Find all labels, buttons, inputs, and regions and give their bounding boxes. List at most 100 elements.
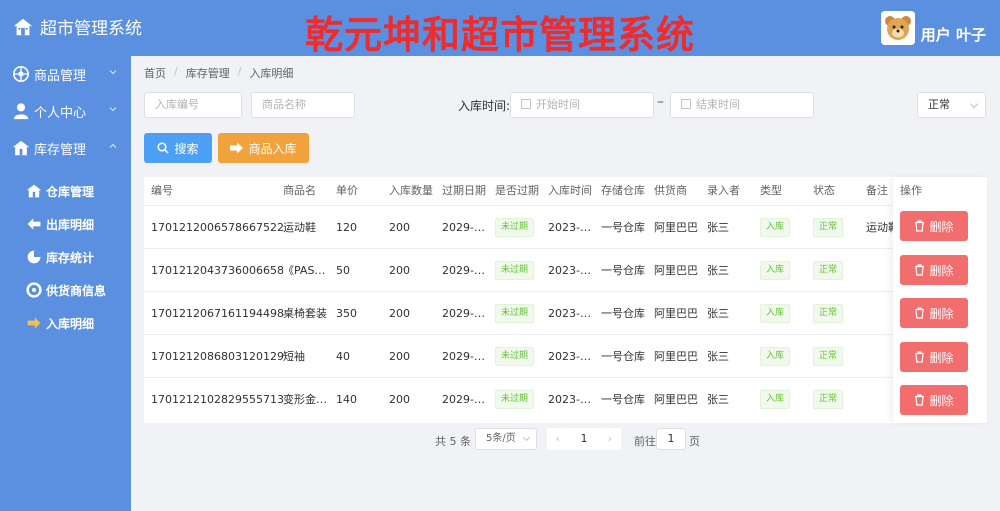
- date-range-separator: –: [657, 94, 664, 110]
- trash-icon: [915, 351, 925, 363]
- cell-warehouse: 一号仓库: [601, 264, 645, 277]
- status-select-value: 正常: [928, 98, 950, 111]
- cell-supplier: 阿里巴巴: [654, 307, 698, 320]
- delete-button-label: 删除: [929, 263, 954, 278]
- system-banner-title: 乾元坤和超市管理系统: [304, 13, 695, 57]
- cell-quantity: 200: [389, 221, 410, 234]
- breadcrumb-current: 入库明细: [249, 67, 294, 80]
- cell-quantity: 200: [389, 350, 410, 363]
- cell-inbound-time: 2023-…: [548, 307, 591, 320]
- cell-price: 40: [336, 350, 350, 363]
- search-button-label: 搜索: [174, 141, 199, 156]
- breadcrumb-inventory[interactable]: 库存管理: [186, 65, 230, 81]
- cell-price: 120: [336, 221, 357, 234]
- prev-page-button[interactable]: ‹: [547, 428, 569, 450]
- calendar-icon: [681, 99, 691, 109]
- table-row[interactable]: 1701212102829555713 变形金… 140 200 2029-… …: [144, 377, 987, 420]
- cell-expiry-date: 2029-…: [442, 264, 485, 277]
- cell-product-name: 桌椅套装: [283, 307, 327, 320]
- cell-remark: [866, 378, 893, 421]
- cell-expiry-date: 2029-…: [442, 307, 485, 320]
- user-menu[interactable]: 用户 叶子: [880, 10, 986, 45]
- cell-id: 1701212006578667522: [151, 221, 284, 234]
- type-tag: 入库: [760, 347, 791, 366]
- sidebar-item-stock-stats[interactable]: 库存统计: [0, 243, 131, 271]
- product-inbound-button[interactable]: 商品入库: [218, 133, 309, 163]
- column-header: 过期日期: [442, 184, 486, 197]
- delete-button[interactable]: 删除: [900, 298, 968, 328]
- cell-price: 350: [336, 307, 357, 320]
- start-time-input[interactable]: 开始时间: [510, 92, 654, 118]
- cell-supplier: 阿里巴巴: [654, 221, 698, 234]
- status-select[interactable]: 正常: [917, 92, 986, 118]
- breadcrumb: 首页 / 库存管理 / 入库明细: [144, 65, 293, 81]
- table-row[interactable]: 1701212067161194498 桌椅套装 350 200 2029-… …: [144, 291, 987, 334]
- cell-inbound-time: 2023-…: [548, 393, 591, 406]
- main-content: 首页 / 库存管理 / 入库明细 入库编号 商品名称 入库时间: 开始时间 – …: [131, 56, 1000, 511]
- calendar-icon: [521, 99, 531, 109]
- sidebar-item-supplier[interactable]: 供货商信息: [0, 276, 131, 304]
- type-tag: 入库: [760, 261, 791, 280]
- goto-page-input[interactable]: 1: [656, 428, 686, 450]
- delete-button[interactable]: 删除: [900, 255, 968, 285]
- breadcrumb-home[interactable]: 首页: [144, 65, 166, 81]
- table-row[interactable]: 1701212043736006658 《PAS… 50 200 2029-… …: [144, 248, 987, 291]
- delete-button-label: 删除: [929, 393, 954, 408]
- column-header: 录入者: [707, 184, 740, 197]
- delete-button[interactable]: 删除: [900, 342, 968, 372]
- sidebar-menu-profile[interactable]: 个人中心: [0, 95, 131, 127]
- arrow-right-icon: [27, 317, 41, 329]
- inbound-no-placeholder: 入库编号: [155, 98, 199, 111]
- page-size-select[interactable]: 5条/页: [475, 428, 537, 450]
- expired-status-tag: 未过期: [495, 218, 535, 237]
- user-name[interactable]: 用户 叶子: [921, 24, 986, 45]
- end-time-placeholder: 结束时间: [696, 98, 740, 111]
- delete-button[interactable]: 删除: [900, 385, 968, 415]
- sidebar-menu-goods[interactable]: 商品管理: [0, 58, 131, 90]
- avatar[interactable]: [880, 10, 915, 45]
- cell-id: 1701212067161194498: [151, 307, 284, 320]
- sidebar-menu-label: 个人中心: [34, 105, 87, 121]
- column-header: 入库数量: [389, 184, 433, 197]
- product-name-input[interactable]: 商品名称: [251, 92, 355, 118]
- trash-icon: [915, 220, 925, 232]
- sidebar-item-label: 供货商信息: [46, 283, 107, 298]
- chart-icon: [27, 250, 41, 264]
- table-row[interactable]: 1701212006578667522 运动鞋 120 200 2029-… 未…: [144, 205, 987, 248]
- cell-supplier: 阿里巴巴: [654, 264, 698, 277]
- sidebar-item-label: 仓库管理: [46, 184, 95, 199]
- sidebar-item-outbound[interactable]: 出库明细: [0, 210, 131, 238]
- cell-operator: 张三: [707, 350, 729, 363]
- delete-button[interactable]: 删除: [900, 211, 968, 241]
- cell-operator: 张三: [707, 221, 729, 234]
- user-icon: [13, 103, 29, 120]
- column-header: 状态: [813, 184, 835, 197]
- trash-icon: [915, 394, 925, 406]
- status-tag: 正常: [813, 347, 844, 366]
- column-header: 编号: [151, 184, 173, 197]
- arrow-right-icon: [230, 142, 244, 154]
- trash-icon: [915, 307, 925, 319]
- cell-expiry-date: 2029-…: [442, 350, 485, 363]
- cell-remark: [866, 249, 893, 292]
- sidebar-item-inbound-detail[interactable]: 入库明细: [0, 309, 131, 337]
- breadcrumb-separator: /: [237, 65, 242, 78]
- pagination: 共 5 条 5条/页 ‹ 1 › 前往 1 页: [131, 428, 1000, 452]
- current-page[interactable]: 1: [569, 428, 599, 450]
- end-time-input[interactable]: 结束时间: [670, 92, 814, 118]
- sidebar-menu-inventory[interactable]: 库存管理: [0, 132, 131, 164]
- delete-button-label: 删除: [929, 350, 954, 365]
- inbound-no-input[interactable]: 入库编号: [144, 92, 242, 118]
- cell-operator: 张三: [707, 393, 729, 406]
- search-button[interactable]: 搜索: [144, 133, 212, 163]
- sidebar-item-warehouse[interactable]: 仓库管理: [0, 177, 131, 205]
- cell-warehouse: 一号仓库: [601, 307, 645, 320]
- column-header: 存储仓库: [601, 184, 645, 197]
- next-page-button[interactable]: ›: [599, 428, 621, 450]
- delete-button-label: 删除: [929, 219, 954, 234]
- operation-column: 操作 删除 删除 删除 删除 删除: [893, 177, 987, 423]
- cell-id: 1701212043736006658: [151, 264, 284, 277]
- pagination-total: 共 5 条: [435, 435, 471, 448]
- table-row[interactable]: 1701212086803120129 短袖 40 200 2029-… 未过期…: [144, 334, 987, 377]
- cell-supplier: 阿里巴巴: [654, 393, 698, 406]
